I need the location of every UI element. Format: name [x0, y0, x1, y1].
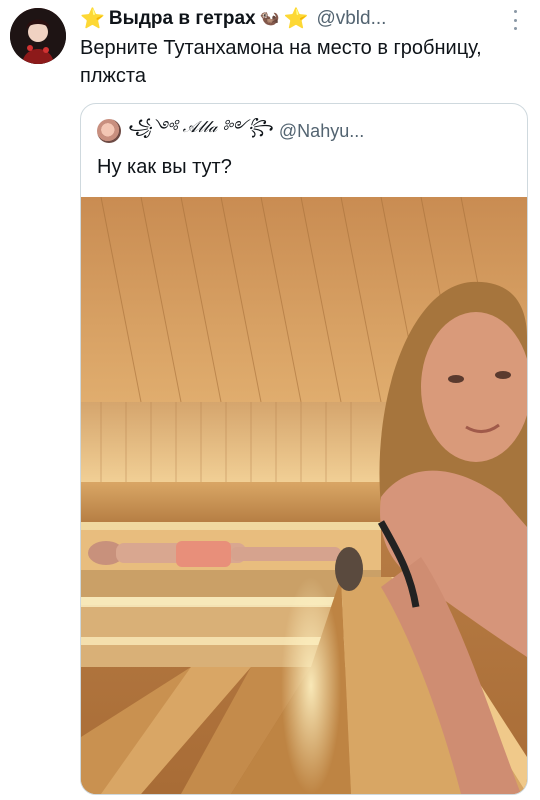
user-handle[interactable]: @vbld...: [316, 6, 386, 32]
star-icon: ⭐: [80, 8, 105, 30]
tweet-text: Верните Тутанхамона на место в гробницу,…: [80, 37, 482, 87]
quoted-tweet-header: ꧁༺ 𝒜𝓁𝓁𝒶 ༻꧂ @Nahyu...: [97, 117, 515, 144]
avatar[interactable]: [10, 8, 66, 64]
sauna-photo-image: [81, 197, 527, 794]
tweet[interactable]: ⭐ Выдра в гетрах 🦦 ⭐ @vbld... Верните Ту…: [0, 0, 540, 800]
more-icon[interactable]: [508, 10, 522, 30]
sauna-photo[interactable]: [81, 197, 527, 794]
star-icon: ⭐: [283, 8, 309, 30]
display-name[interactable]: Выдра в гетрах: [109, 6, 256, 32]
otter-icon: 🦦: [259, 10, 280, 27]
avatar-icon[interactable]: [97, 119, 121, 143]
quoted-tweet-text: Ну как вы тут?: [97, 156, 232, 178]
tweet-header: ⭐ Выдра в гетрах 🦦 ⭐ @vbld...: [80, 6, 500, 32]
quoted-tweet[interactable]: ꧁༺ 𝒜𝓁𝓁𝒶 ༻꧂ @Nahyu... Ну как вы тут?: [80, 103, 528, 795]
quoted-user-handle[interactable]: @Nahyu...: [279, 121, 364, 142]
quoted-display-name[interactable]: ꧁༺ 𝒜𝓁𝓁𝒶 ༻꧂: [127, 109, 273, 154]
avatar-icon: [10, 8, 66, 64]
